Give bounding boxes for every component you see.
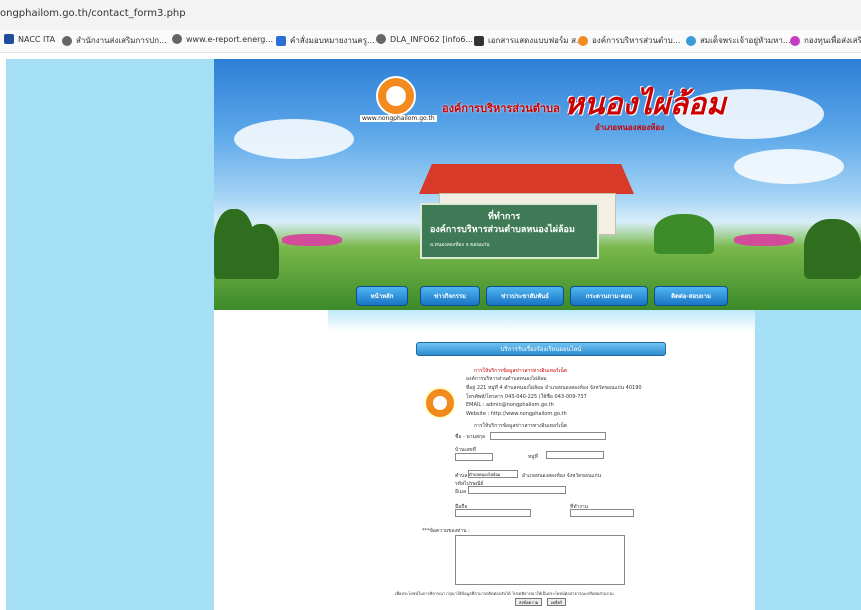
form-header: บริการรับเรื่องร้องเรียนออนไลน์	[416, 342, 666, 356]
address-line: Website : http://www.nongphailom.go.th	[466, 411, 567, 417]
message-textarea[interactable]	[455, 535, 625, 585]
bookmark-dla-info62[interactable]: DLA_INFO62 [info6...	[376, 34, 473, 44]
bookmark-nacc-ita[interactable]: NACC ITA	[4, 34, 55, 44]
nav-qa-board[interactable]: กระดานถาม-ตอบ	[570, 286, 648, 306]
bookmarks-bar: NACC ITA สำนักงานส่งเสริมการปก... www.e-…	[0, 30, 861, 53]
fund-icon	[790, 35, 800, 46]
right-background-panel	[755, 310, 861, 610]
page-content: www.nongphailom.go.th องค์การบริหารส่วนต…	[0, 53, 861, 610]
org-icon	[578, 35, 588, 46]
house-number-input[interactable]	[455, 453, 493, 461]
address-line: องค์การบริหารส่วนตำบลหนองไผ่ล้อม	[466, 376, 547, 382]
doc-icon	[474, 35, 484, 46]
form-wave-decoration	[328, 310, 755, 332]
bookmark-forms-doc[interactable]: เอกสารแสดงแบบฟอร์ม ส...	[474, 34, 584, 47]
email-input[interactable]	[468, 486, 566, 494]
reset-button[interactable]: เคลียร์	[547, 598, 566, 606]
banner-site-url: www.nongphailom.go.th	[360, 115, 437, 122]
tambon-input[interactable]	[468, 470, 518, 478]
nav-pr-news[interactable]: ข่าวประชาสัมพันธ์	[486, 286, 564, 306]
name-input[interactable]	[490, 432, 606, 440]
org-logo[interactable]	[376, 76, 416, 116]
sign-line-1: ที่ทำการ	[488, 212, 521, 222]
email-label: อีเมล	[455, 489, 467, 495]
flower-bed	[282, 234, 342, 246]
address-line: ที่อยู่ 221 หมู่ที่ 4 ตำบลหนองไผ่ล้อม อำ…	[466, 385, 642, 391]
workplace-input[interactable]	[570, 509, 634, 517]
form-title: การให้บริการข้อมูลข่าวสารทางอินเทอร์เน็ต	[474, 423, 568, 429]
globe-icon	[686, 35, 696, 46]
bookmark-teacher-orders[interactable]: คำสั่งมอบหมายงานครู...	[276, 34, 375, 47]
submit-button[interactable]: ส่งข้อความ	[515, 598, 543, 606]
bookmark-fund[interactable]: กองทุนเพื่อส่งเสริม...	[790, 34, 861, 47]
globe-icon	[62, 35, 72, 46]
nacc-icon	[4, 34, 14, 44]
building-roof	[419, 164, 634, 194]
cloud-shape	[734, 149, 844, 184]
site-banner: www.nongphailom.go.th องค์การบริหารส่วนต…	[214, 59, 861, 310]
left-background-panel	[6, 59, 214, 610]
url-text[interactable]: ongphailom.go.th/contact_form3.php	[0, 8, 186, 19]
flower-bed	[734, 234, 794, 246]
tree-shape	[654, 214, 714, 254]
cloud-shape	[234, 119, 354, 159]
sign-line-2: องค์การบริหารส่วนตำบลหนองไผ่ล้อม	[430, 225, 575, 235]
banner-district: อำเภอหนองสองห้อง	[595, 123, 665, 132]
moo-label: หมู่ที่	[528, 454, 538, 460]
bookmark-e-report[interactable]: www.e-report.energ...	[172, 34, 273, 44]
amphoe-text: อำเภอหนองสองห้อง จังหวัดขอนแก่น	[522, 473, 602, 479]
nav-home[interactable]: หน้าหลัก	[356, 286, 408, 306]
globe-icon	[376, 34, 386, 44]
bookmark-king[interactable]: สมเด็จพระเจ้าอยู่หัวมหา...	[686, 34, 790, 47]
address-line: EMAIL : admin@nongphailom.go.th	[466, 402, 554, 408]
office-signboard: ที่ทำการ องค์การบริหารส่วนตำบลหนองไผ่ล้อ…	[420, 203, 599, 259]
moo-input[interactable]	[546, 451, 604, 459]
phone-input[interactable]	[455, 509, 531, 517]
bookmark-promotion-office[interactable]: สำนักงานส่งเสริมการปก...	[62, 34, 167, 47]
sign-line-3: อ.หนองสองห้อง จ.ขอนแก่น	[430, 242, 490, 248]
banner-org-prefix: องค์การบริหารส่วนตำบล	[442, 102, 560, 115]
tree-shape	[804, 219, 861, 279]
intro-title: การให้บริการข้อมูลข่าวสารทางอินเทอร์เน็ต	[474, 368, 568, 374]
form-note: เพื่อประโยชน์ในการพิจารณา กรุณาให้ข้อมูล…	[395, 591, 614, 596]
tambon-label: ตำบล	[455, 473, 468, 479]
org-seal	[424, 387, 456, 419]
message-label: ***ข้อความของท่าน :	[422, 528, 470, 534]
address-line: โทรศัพท์/โทรสาร 043-040-225 (ใช้ชื่อ 043…	[466, 394, 587, 400]
tree-shape	[244, 224, 279, 279]
nav-activity-news[interactable]: ข่าวกิจกรรม	[420, 286, 480, 306]
bookmark-sao[interactable]: องค์การบริหารส่วนตำบ...	[578, 34, 680, 47]
globe-icon	[172, 34, 182, 44]
nav-contact[interactable]: ติดต่อ-สอบถาม	[654, 286, 728, 306]
address-bar[interactable]: ongphailom.go.th/contact_form3.php	[0, 0, 861, 30]
name-label: ชื่อ - นามสกุล	[455, 434, 486, 440]
doc-icon	[276, 35, 286, 46]
